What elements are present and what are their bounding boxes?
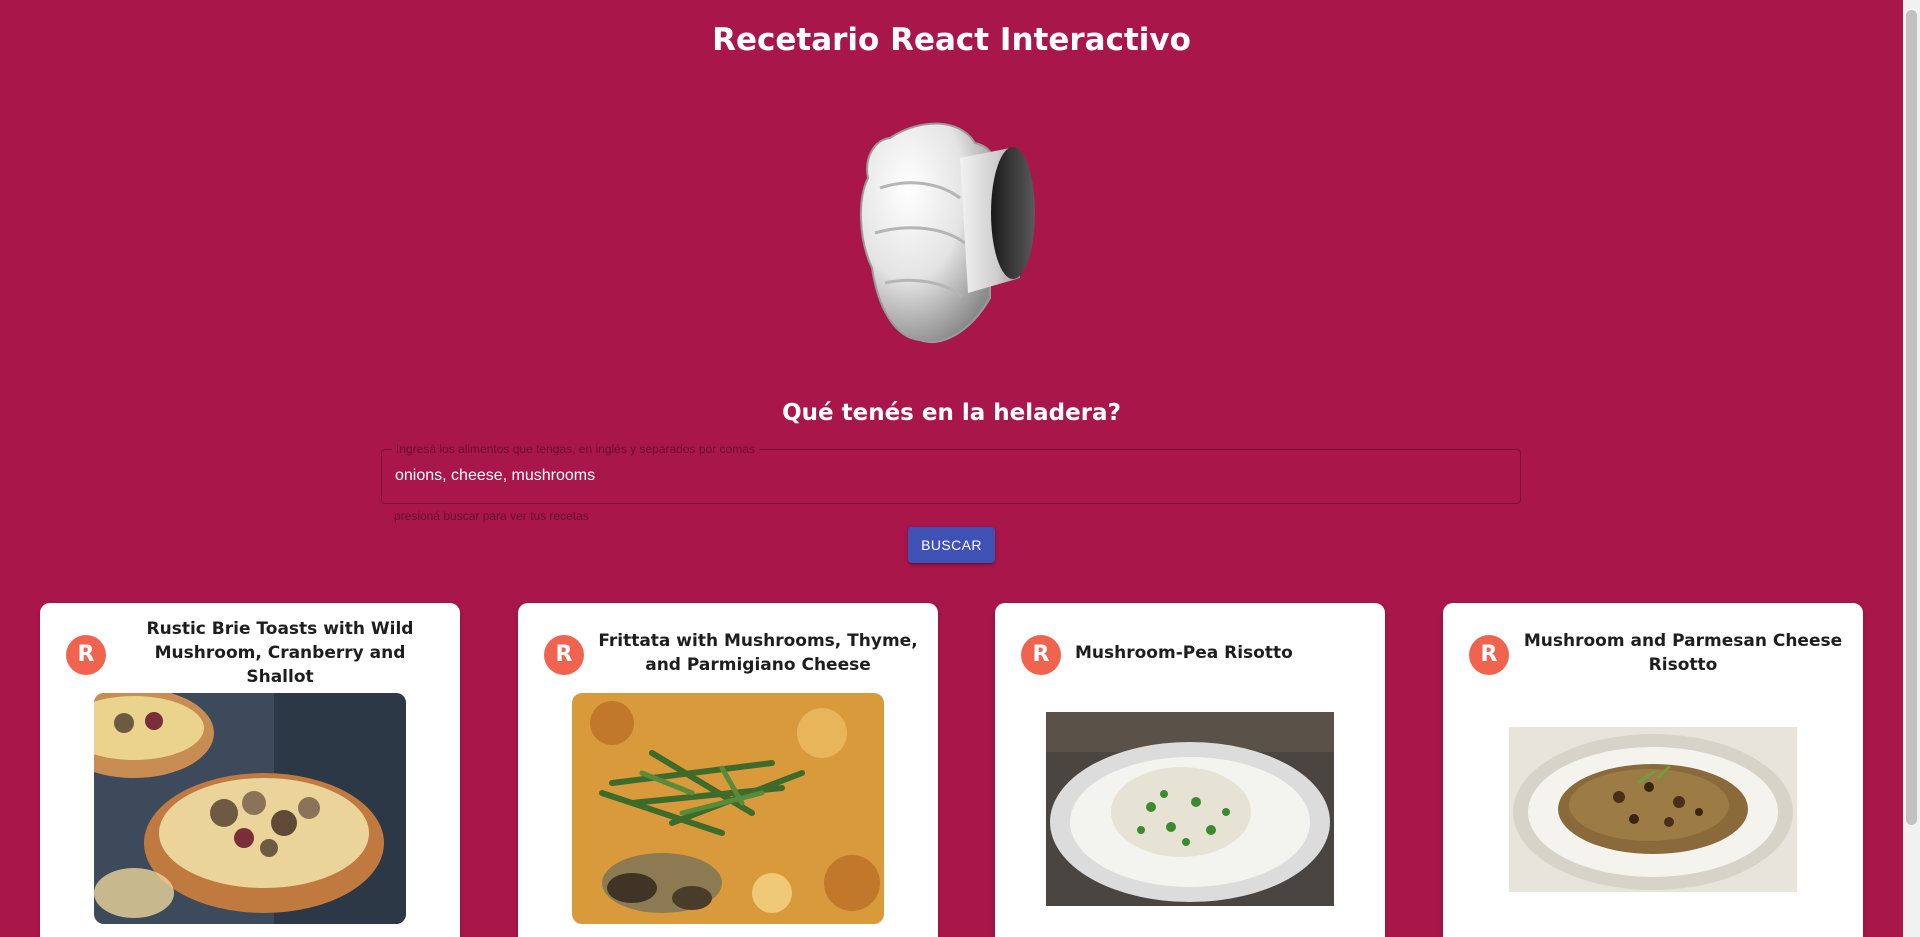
recipe-image bbox=[1046, 712, 1334, 906]
recipe-card[interactable]: R Frittata with Mushrooms, Thyme, and Pa… bbox=[518, 603, 938, 937]
ingredients-helper-text: presioná buscar para ver tus recetas bbox=[394, 509, 589, 523]
recipe-image bbox=[94, 693, 406, 924]
recipe-card[interactable]: R Rustic Brie Toasts with Wild Mushroom,… bbox=[40, 603, 460, 937]
recipe-card-header: R Mushroom-Pea Risotto bbox=[995, 625, 1385, 681]
app-root: Recetario React Interactivo Qué tenés en… bbox=[0, 0, 1903, 937]
ingredients-field: Ingresá los alimentos que tengas, en ing… bbox=[381, 442, 1521, 504]
page-scrollbar[interactable] bbox=[1903, 0, 1920, 937]
recipe-card[interactable]: R Mushroom-Pea Risotto bbox=[995, 603, 1385, 937]
recipe-card[interactable]: R Mushroom and Parmesan Cheese Risotto bbox=[1443, 603, 1863, 937]
ingredients-input[interactable] bbox=[395, 463, 1495, 489]
chef-hat-logo bbox=[850, 118, 1050, 348]
recipe-title: Frittata with Mushrooms, Thyme, and Parm… bbox=[598, 631, 918, 675]
recipe-title: Mushroom and Parmesan Cheese Risotto bbox=[1523, 631, 1843, 675]
scrollbar-thumb[interactable] bbox=[1906, 10, 1917, 825]
recipe-image bbox=[1509, 727, 1797, 892]
recipe-title: Mushroom-Pea Risotto bbox=[1075, 643, 1293, 663]
recipe-avatar: R bbox=[1469, 635, 1509, 675]
recipe-avatar: R bbox=[544, 635, 584, 675]
app-title: Recetario React Interactivo bbox=[712, 22, 1191, 58]
fridge-question-heading: Qué tenés en la heladera? bbox=[782, 400, 1121, 426]
recipe-avatar: R bbox=[1021, 635, 1061, 675]
recipe-title: Rustic Brie Toasts with Wild Mushroom, C… bbox=[146, 619, 414, 687]
recipe-image bbox=[572, 693, 884, 924]
recipe-card-header: R Mushroom and Parmesan Cheese Risotto bbox=[1443, 625, 1863, 681]
recipe-card-header: R Frittata with Mushrooms, Thyme, and Pa… bbox=[518, 625, 938, 681]
search-button[interactable]: BUSCAR bbox=[908, 527, 995, 563]
ingredients-field-label: Ingresá los alimentos que tengas, en ing… bbox=[392, 442, 759, 456]
recipe-card-header: R Rustic Brie Toasts with Wild Mushroom,… bbox=[40, 619, 460, 687]
recipe-avatar: R bbox=[66, 635, 106, 675]
